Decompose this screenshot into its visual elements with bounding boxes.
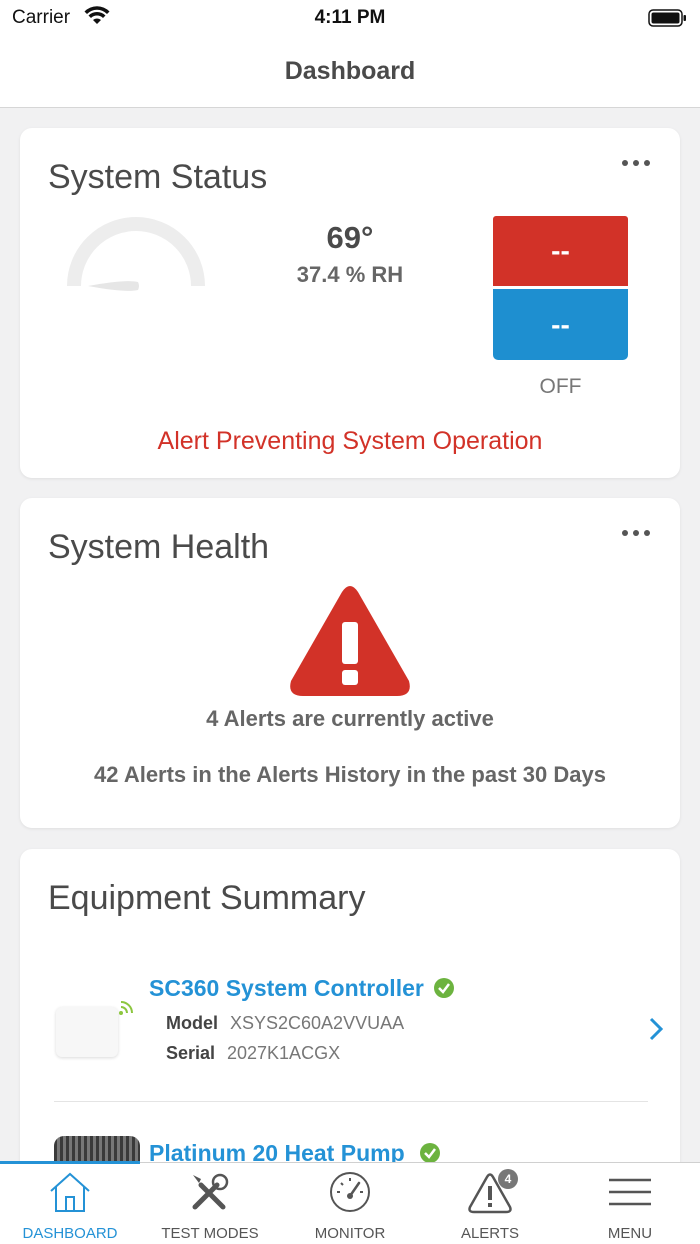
- system-alert-message[interactable]: Alert Preventing System Operation: [20, 427, 680, 456]
- nav-bar: Dashboard: [0, 36, 700, 108]
- gauge-icon: [330, 1172, 370, 1212]
- system-health-card: System Health 4 Alerts are currently act…: [20, 498, 680, 828]
- tab-label: MENU: [607, 1225, 653, 1242]
- alerts-badge: 4: [498, 1169, 518, 1189]
- check-circle-icon: [420, 1143, 440, 1163]
- model-value: XSYS2C60A2VVUAA: [230, 1013, 405, 1033]
- equipment-summary-card: Equipment Summary SC360 System Controlle…: [20, 849, 680, 1179]
- indoor-humidity: 37.4 % RH: [296, 262, 404, 287]
- more-options-button[interactable]: [622, 528, 650, 538]
- system-mode: OFF: [539, 375, 582, 398]
- system-status-card: System Status 69° 37.4 % RH -- -- OFF Al…: [20, 128, 680, 478]
- chevron-right-icon[interactable]: [648, 1016, 664, 1042]
- active-alerts-count[interactable]: 4 Alerts are currently active: [20, 706, 680, 732]
- equipment-name[interactable]: SC360 System Controller: [149, 975, 424, 1002]
- gauge-icon: [67, 217, 205, 291]
- tools-icon: [192, 1173, 229, 1210]
- wireless-signal-icon: [119, 1001, 133, 1015]
- status-bar: Carrier 4:11 PM: [0, 0, 700, 36]
- tab-label: MONITOR: [314, 1225, 386, 1242]
- controller-image: [56, 1007, 118, 1057]
- check-circle-icon: [434, 978, 454, 998]
- tab-label: ALERTS: [460, 1225, 520, 1242]
- tab-dashboard[interactable]: DASHBOARD: [0, 1163, 140, 1244]
- serial-value: 2027K1ACGX: [227, 1043, 341, 1063]
- alerts-history-count[interactable]: 42 Alerts in the Alerts History in the p…: [20, 762, 680, 788]
- menu-icon: [609, 1178, 651, 1206]
- page-title: Dashboard: [284, 57, 416, 85]
- heat-setpoint[interactable]: --: [493, 216, 628, 286]
- tab-alerts[interactable]: 4 ALERTS: [420, 1163, 560, 1244]
- clock: 4:11 PM: [314, 7, 386, 28]
- indoor-temperature: 69°: [326, 220, 374, 255]
- tab-label: TEST MODES: [161, 1225, 259, 1242]
- model-label: Model: [166, 1013, 218, 1033]
- tab-bar: DASHBOARD TEST MODES MONITOR 4 ALERTS ME…: [0, 1161, 700, 1244]
- battery-icon: [648, 9, 686, 27]
- system-status-title: System Status: [48, 158, 268, 196]
- serial-label: Serial: [166, 1043, 216, 1063]
- cool-setpoint[interactable]: --: [493, 289, 628, 360]
- equipment-summary-title: Equipment Summary: [48, 879, 366, 917]
- divider: [54, 1101, 648, 1102]
- system-health-title: System Health: [48, 528, 270, 566]
- tab-menu[interactable]: MENU: [560, 1163, 700, 1244]
- more-options-button[interactable]: [622, 158, 650, 168]
- tab-monitor[interactable]: MONITOR: [280, 1163, 420, 1244]
- warning-triangle-icon: [290, 586, 410, 696]
- home-icon: [50, 1172, 90, 1212]
- tab-test-modes[interactable]: TEST MODES: [140, 1163, 280, 1244]
- tab-label: DASHBOARD: [22, 1225, 118, 1242]
